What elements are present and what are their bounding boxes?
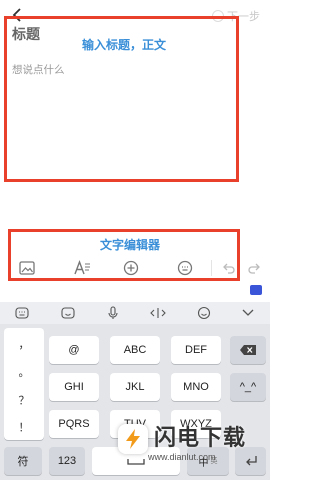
keyboard-icon[interactable] (175, 258, 195, 278)
watermark-logo-icon (118, 424, 148, 454)
key-emoticon[interactable]: ^_^ (230, 373, 266, 401)
key-pqrs[interactable]: PQRS (49, 410, 99, 438)
number-key[interactable]: 123 (49, 447, 85, 475)
backspace-icon (240, 345, 256, 355)
backspace-key[interactable] (230, 336, 266, 364)
key-mno[interactable]: MNO (171, 373, 221, 401)
image-icon[interactable] (17, 258, 37, 278)
redo-icon[interactable] (244, 258, 264, 278)
symbol-exclaim[interactable]: ！ (4, 419, 44, 435)
body-input[interactable]: 想说点什么 (12, 62, 65, 77)
symbol-comma[interactable]: ， (4, 336, 44, 352)
watermark-title: 闪电下载 (154, 425, 247, 450)
blue-tab-marker (250, 285, 262, 295)
key-at[interactable]: @ (49, 336, 99, 364)
keyboard-switch-icon[interactable] (14, 305, 30, 321)
keyboard-toolbar (0, 302, 270, 324)
watermark-url: www.dianlut.com (148, 452, 216, 462)
symbol-question[interactable]: ？ (4, 392, 44, 408)
microphone-icon[interactable] (105, 305, 121, 321)
toolbar-divider (211, 260, 212, 276)
watermark: 闪电下载 www.dianlut.com (118, 418, 268, 474)
text-format-icon[interactable] (72, 258, 92, 278)
key-ghi[interactable]: GHI (49, 373, 99, 401)
toolbar-annotation: 文字编辑器 (100, 238, 161, 252)
cursor-move-icon[interactable] (150, 305, 166, 321)
symbol-period[interactable]: 。 (4, 364, 44, 380)
symbol-column[interactable]: ， 。 ？ ！ (4, 328, 44, 440)
add-circle-icon[interactable] (121, 258, 141, 278)
key-abc[interactable]: ABC (110, 336, 160, 364)
editor-annotation: 输入标题，正文 (82, 38, 167, 52)
emoji-face-icon[interactable] (60, 305, 76, 321)
key-def[interactable]: DEF (171, 336, 221, 364)
symbol-key[interactable]: 符 (4, 447, 42, 475)
title-input[interactable]: 标题 (12, 24, 40, 44)
undo-icon[interactable] (219, 258, 239, 278)
key-jkl[interactable]: JKL (110, 373, 160, 401)
collapse-chevron-icon[interactable] (240, 305, 256, 321)
smiley-icon[interactable] (196, 305, 212, 321)
